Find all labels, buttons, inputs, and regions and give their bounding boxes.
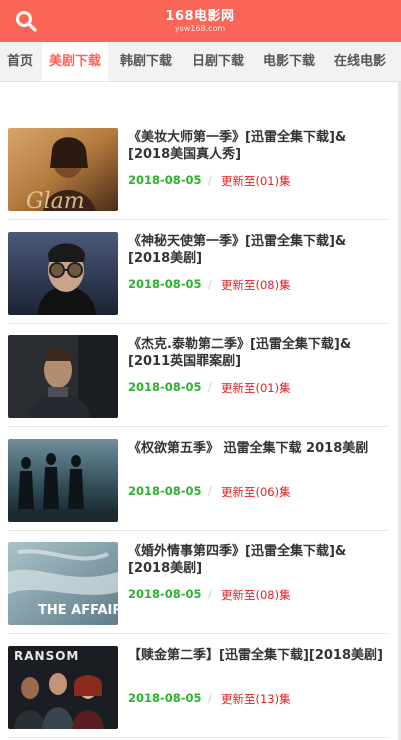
list-item[interactable]: RANSOM 【赎金第二季】[迅雷全集下载][2018美剧] 2018-08-0… bbox=[8, 635, 388, 738]
item-title[interactable]: 《权欲第五季》 迅雷全集下载 2018美剧 bbox=[128, 440, 386, 457]
nav-item-online[interactable]: 在线电影 bbox=[327, 42, 393, 81]
nav-item-kr-tv[interactable]: 韩剧下载 bbox=[113, 42, 179, 81]
item-title[interactable]: 《神秘天使第一季》[迅雷全集下载]&[2018美剧] bbox=[128, 233, 386, 267]
item-title[interactable]: 《杰克.泰勒第二季》[迅雷全集下载]&[2011英国罪案剧] bbox=[128, 336, 386, 370]
item-title[interactable]: 《美妆大师第一季》[迅雷全集下载]&[2018美国真人秀] bbox=[128, 129, 386, 163]
logo-subtext: ysw168.com bbox=[174, 24, 226, 33]
item-status: 更新至(01)集 bbox=[221, 174, 291, 188]
site-logo[interactable]: 168电影网 ysw168.com bbox=[150, 9, 250, 34]
item-date: 2018-08-05 bbox=[128, 484, 202, 498]
list-item[interactable]: 《神秘天使第一季》[迅雷全集下载]&[2018美剧] 2018-08-05 / … bbox=[8, 221, 388, 324]
poster-text: Glam bbox=[26, 189, 85, 211]
item-status: 更新至(06)集 bbox=[221, 485, 291, 499]
item-title[interactable]: 【赎金第二季】[迅雷全集下载][2018美剧] bbox=[128, 647, 386, 664]
category-nav: 首页 美剧下载 韩剧下载 日剧下载 电影下载 在线电影 bbox=[0, 42, 401, 82]
item-status: 更新至(13)集 bbox=[221, 692, 291, 706]
item-separator: / bbox=[208, 587, 212, 601]
poster-thumbnail[interactable] bbox=[8, 232, 118, 315]
search-icon[interactable] bbox=[14, 9, 38, 33]
item-date: 2018-08-05 bbox=[128, 380, 202, 394]
list-item[interactable]: THE AFFAIR 《婚外情事第四季》[迅雷全集下载]&[2018美剧] 20… bbox=[8, 531, 388, 634]
poster-thumbnail[interactable] bbox=[8, 439, 118, 522]
item-date: 2018-08-05 bbox=[128, 173, 202, 187]
item-date: 2018-08-05 bbox=[128, 587, 202, 601]
item-separator: / bbox=[208, 380, 212, 394]
item-title[interactable]: 《婚外情事第四季》[迅雷全集下载]&[2018美剧] bbox=[128, 543, 386, 577]
poster-thumbnail[interactable]: Glam bbox=[8, 128, 118, 211]
list-item[interactable]: Glam 《美妆大师第一季》[迅雷全集下载]&[2018美国真人秀] 2018-… bbox=[8, 117, 388, 220]
top-header: 168电影网 ysw168.com bbox=[0, 0, 401, 42]
item-status: 更新至(01)集 bbox=[221, 381, 291, 395]
poster-thumbnail[interactable] bbox=[8, 335, 118, 418]
item-date: 2018-08-05 bbox=[128, 691, 202, 705]
poster-thumbnail[interactable]: RANSOM bbox=[8, 646, 118, 729]
item-separator: / bbox=[208, 277, 212, 291]
item-separator: / bbox=[208, 173, 212, 187]
logo-text: 168电影网 bbox=[165, 9, 235, 24]
nav-item-home[interactable]: 首页 bbox=[0, 42, 40, 81]
nav-item-movies[interactable]: 电影下载 bbox=[256, 42, 322, 81]
item-separator: / bbox=[208, 691, 212, 705]
item-status: 更新至(08)集 bbox=[221, 588, 291, 602]
list-item[interactable]: 《杰克.泰勒第二季》[迅雷全集下载]&[2011英国罪案剧] 2018-08-0… bbox=[8, 324, 388, 427]
poster-text: RANSOM bbox=[14, 649, 79, 663]
list-item[interactable]: 《权欲第五季》 迅雷全集下载 2018美剧 2018-08-05 / 更新至(0… bbox=[8, 428, 388, 531]
poster-text: THE AFFAIR bbox=[38, 603, 118, 618]
nav-item-jp-tv[interactable]: 日剧下载 bbox=[185, 42, 251, 81]
nav-item-us-tv[interactable]: 美剧下载 bbox=[42, 42, 109, 81]
item-date: 2018-08-05 bbox=[128, 277, 202, 291]
poster-thumbnail[interactable]: THE AFFAIR bbox=[8, 542, 118, 625]
item-status: 更新至(08)集 bbox=[221, 278, 291, 292]
item-separator: / bbox=[208, 484, 212, 498]
